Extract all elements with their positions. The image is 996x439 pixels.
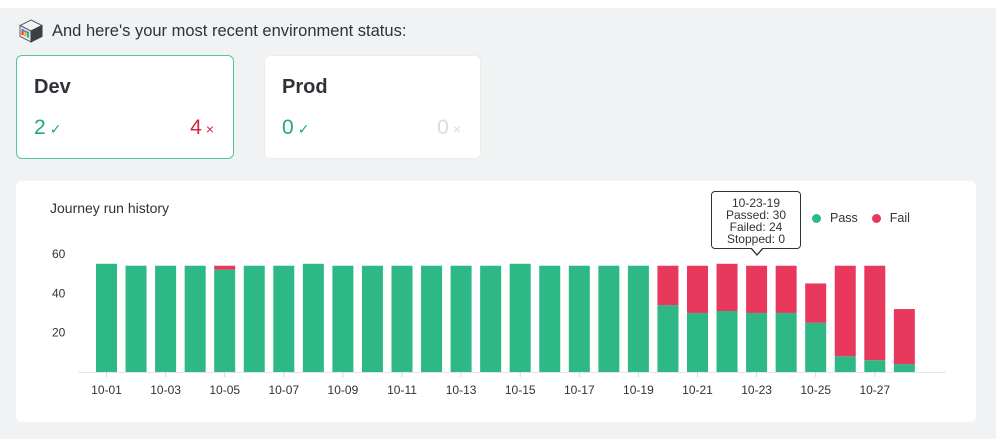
bar-fail (657, 265, 679, 306)
bar-pass (834, 356, 856, 372)
bar-fail (834, 265, 856, 357)
x-tick-label: 10-21 (682, 383, 713, 397)
check-icon: ✓ (49, 121, 62, 137)
x-tick-label: 10-09 (328, 383, 359, 397)
x-tick-label: 10-07 (268, 383, 299, 397)
x-tick-label: 10-01 (91, 383, 122, 397)
bar-pass (125, 265, 147, 372)
legend-item-fail[interactable]: Fail (871, 211, 910, 225)
status-header: And here's your most recent environment … (18, 16, 406, 46)
cube-icon (18, 19, 44, 43)
bar-pass (775, 312, 797, 372)
fail-count-value: 4 (190, 116, 202, 139)
bar-fail (746, 265, 768, 313)
bar-pass (184, 265, 206, 372)
x-tick-label: 10-27 (859, 383, 890, 397)
pass-count: 0 ✓ (282, 116, 309, 140)
bar-pass (391, 265, 413, 372)
x-tick-label: 10-05 (209, 383, 240, 397)
bar-pass (509, 263, 531, 372)
x-tick-label: 10-03 (150, 383, 181, 397)
fail-count: 4 × (190, 116, 214, 140)
bar-fail (864, 265, 886, 361)
bar-pass (361, 265, 383, 372)
x-tick-label: 10-11 (387, 383, 417, 397)
journey-history-card: Journey run history 20 40 60 10-01 10-03 10-0… (16, 181, 976, 422)
cross-icon: × (205, 121, 214, 137)
legend-item-pass[interactable]: Pass (812, 211, 858, 225)
bar-pass (302, 263, 324, 372)
bar-pass (746, 312, 768, 372)
tooltip-pointer-fill (751, 247, 763, 254)
bar-pass (805, 322, 827, 372)
bar-pass (657, 305, 679, 372)
bar-fail (893, 309, 915, 365)
tooltip-stopped: Stopped: 0 (726, 232, 786, 246)
fail-dot-icon (871, 213, 881, 223)
bar-pass (96, 263, 117, 372)
chart-legend: Pass Fail (812, 211, 924, 225)
bar-pass (568, 265, 590, 372)
env-name: Prod (282, 76, 328, 98)
bar-pass (687, 312, 708, 372)
bar-pass (273, 265, 295, 372)
legend-label-pass: Pass (830, 211, 858, 225)
cross-icon: × (452, 121, 461, 137)
x-tick-label: 10-19 (623, 383, 654, 397)
top-strip (0, 0, 996, 8)
bar-pass (332, 265, 354, 372)
bar-fail (214, 265, 236, 270)
pass-count-value: 0 (282, 116, 294, 139)
x-tick-label: 10-15 (505, 383, 536, 397)
bar-pass (893, 364, 915, 372)
bar-pass (598, 265, 620, 372)
fail-count-value: 0 (437, 116, 449, 139)
pass-count-value: 2 (34, 116, 46, 139)
bar-pass (864, 360, 886, 372)
check-icon: ✓ (297, 121, 310, 137)
y-tick-label: 20 (52, 326, 66, 340)
env-card-prod[interactable]: Prod 0 ✓ 0 × (264, 55, 481, 159)
bar-pass (214, 269, 236, 372)
bar-pass (539, 265, 561, 372)
bar-pass (627, 265, 649, 372)
bar-pass (421, 265, 443, 372)
x-tick-label: 10-17 (564, 383, 595, 397)
pass-count: 2 ✓ (34, 116, 61, 140)
x-tick-label: 10-25 (800, 383, 831, 397)
bar-fail (716, 263, 738, 311)
bar-pass (716, 311, 738, 372)
bar-fail (775, 265, 797, 313)
fail-count: 0 × (437, 116, 461, 140)
y-tick-label: 40 (52, 286, 66, 300)
bar-fail (687, 265, 708, 313)
env-name: Dev (34, 76, 71, 98)
env-card-dev[interactable]: Dev 2 ✓ 4 × (16, 55, 234, 159)
bar-pass (450, 265, 472, 372)
x-tick-label: 10-23 (741, 383, 772, 397)
chart-tooltip: 10-23-19 Passed: 30 Failed: 24 Stopped: … (711, 191, 801, 256)
pass-dot-icon (812, 213, 821, 223)
bar-pass (480, 265, 502, 372)
bar-pass (155, 265, 177, 372)
status-message: And here's your most recent environment … (52, 21, 407, 40)
x-tick-label: 10-13 (446, 383, 477, 397)
bar-pass (243, 265, 265, 372)
legend-label-fail: Fail (889, 211, 910, 225)
y-tick-label: 60 (52, 247, 66, 261)
bar-fail (805, 283, 827, 323)
